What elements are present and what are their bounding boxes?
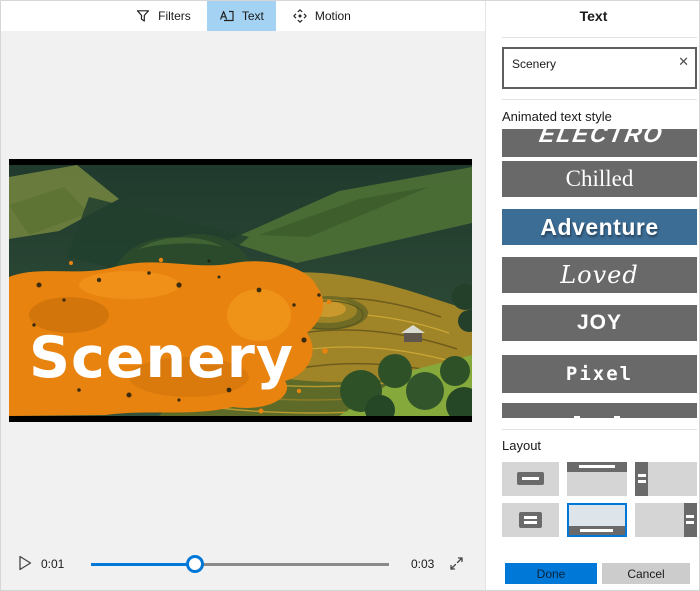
motion-icon xyxy=(292,8,308,24)
text-style-icon xyxy=(219,8,235,24)
text-settings-panel: Text ✕ Animated text style ELECTRO Chill… xyxy=(485,1,700,591)
filters-label: Filters xyxy=(158,9,191,23)
divider xyxy=(502,99,697,100)
current-time: 0:01 xyxy=(41,557,64,571)
style-label: Loved xyxy=(560,261,639,289)
style-label: ELECTRO xyxy=(537,129,666,148)
video-preview[interactable]: Scenery xyxy=(9,159,472,422)
video-editor-window: Filters Text xyxy=(0,0,700,591)
style-tile-pixel[interactable]: Pixel xyxy=(502,355,697,393)
overlay-text[interactable]: Scenery xyxy=(29,325,294,391)
layout-left-bar-icon xyxy=(635,462,648,496)
divider xyxy=(502,37,697,38)
layout-label: Layout xyxy=(502,438,541,453)
divider xyxy=(502,429,697,430)
slider-knob[interactable] xyxy=(186,555,204,573)
editor-canvas-area: Filters Text xyxy=(1,1,485,591)
filters-tab[interactable]: Filters xyxy=(123,1,203,31)
done-button[interactable]: Done xyxy=(505,563,597,584)
seek-slider[interactable] xyxy=(91,555,389,573)
top-toolbar: Filters Text xyxy=(1,1,485,31)
style-tile-loved[interactable]: Loved xyxy=(502,257,697,293)
text-tab[interactable]: Text xyxy=(207,1,276,31)
layout-option-right-bar[interactable] xyxy=(635,503,697,537)
cancel-button[interactable]: Cancel xyxy=(602,563,690,584)
fullscreen-button[interactable] xyxy=(448,556,465,573)
total-time: 0:03 xyxy=(411,557,434,571)
overlay-text-field[interactable]: ✕ xyxy=(502,47,697,89)
layout-option-center-box[interactable] xyxy=(502,462,559,496)
text-label: Text xyxy=(242,9,264,23)
slider-fill xyxy=(91,563,195,566)
funnel-icon xyxy=(135,8,151,24)
scene-image: Scenery xyxy=(9,165,472,416)
play-button[interactable] xyxy=(16,555,34,573)
layout-center-lines-icon xyxy=(519,512,542,528)
style-label: Pixel xyxy=(566,363,633,385)
motion-label: Motion xyxy=(315,9,351,23)
layout-option-center-lines[interactable] xyxy=(502,503,559,537)
style-tile-adventure[interactable]: Adventure xyxy=(502,209,697,245)
style-label: JOY xyxy=(577,311,622,335)
motion-tab[interactable]: Motion xyxy=(280,1,363,31)
slider-track xyxy=(195,563,389,566)
style-tile-electro[interactable]: ELECTRO xyxy=(502,129,697,157)
layout-option-top-bar[interactable] xyxy=(567,462,627,496)
layout-option-left-bar[interactable] xyxy=(635,462,697,496)
style-tile-partial[interactable] xyxy=(502,403,697,418)
style-tile-joy[interactable]: JOY xyxy=(502,305,697,341)
style-label: Chilled xyxy=(566,166,634,192)
style-tile-chilled[interactable]: Chilled xyxy=(502,161,697,197)
overlay-text-input[interactable] xyxy=(504,49,672,73)
layout-right-bar-icon xyxy=(684,503,697,537)
style-label: Adventure xyxy=(540,214,658,241)
panel-title: Text xyxy=(486,8,700,24)
animated-text-style-label: Animated text style xyxy=(502,109,612,124)
clear-text-icon[interactable]: ✕ xyxy=(678,55,689,68)
layout-option-bottom-bar[interactable] xyxy=(567,503,627,537)
